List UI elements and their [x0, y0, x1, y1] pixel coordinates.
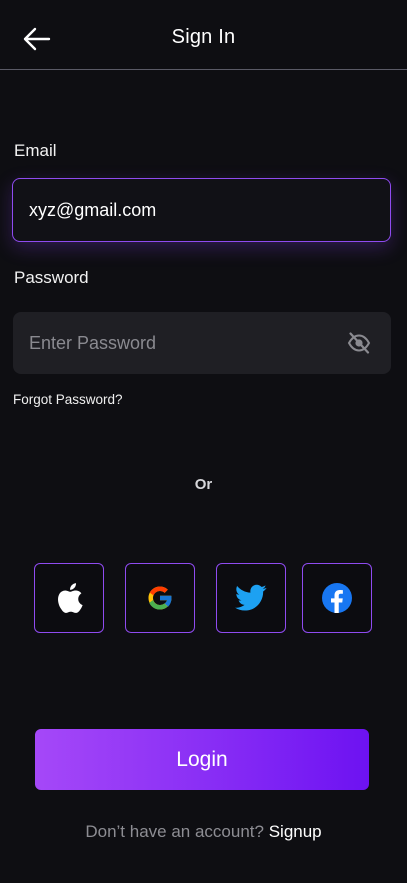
app-header: Sign In	[0, 0, 407, 70]
facebook-login-button[interactable]	[302, 563, 372, 633]
apple-login-button[interactable]	[34, 563, 104, 633]
signup-prompt: Don’t have an account?	[85, 822, 264, 841]
forgot-password-link[interactable]: Forgot Password?	[13, 392, 123, 407]
eye-off-icon	[347, 332, 371, 354]
email-field-container	[12, 178, 391, 242]
email-label: Email	[14, 141, 57, 160]
twitter-login-button[interactable]	[216, 563, 286, 633]
password-label: Password	[14, 268, 89, 287]
login-button[interactable]: Login	[35, 729, 369, 790]
or-divider: Or	[194, 476, 213, 493]
page-title: Sign In	[171, 26, 236, 48]
facebook-icon	[322, 583, 352, 613]
signup-link[interactable]: Signup	[269, 822, 322, 841]
signup-row: Don’t have an account? Signup	[0, 822, 407, 842]
google-login-button[interactable]	[125, 563, 195, 633]
password-input[interactable]	[29, 312, 329, 374]
apple-icon	[58, 583, 83, 613]
password-field-container	[13, 312, 391, 374]
twitter-icon	[235, 584, 267, 611]
password-visibility-toggle[interactable]	[347, 332, 371, 354]
email-input[interactable]	[29, 179, 329, 241]
google-icon	[148, 586, 173, 610]
